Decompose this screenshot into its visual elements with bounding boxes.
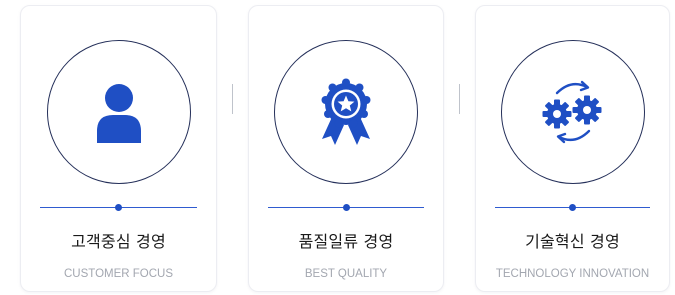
divider-dot <box>115 204 122 211</box>
card-title: 품질일류 경영 <box>298 232 394 251</box>
divider-dot <box>342 204 350 211</box>
values-section: 고객중심 경영 CUSTOMER FOCUS 품질일류 경영 BEST QUAL… <box>0 0 675 295</box>
gears-cycle-icon <box>542 80 601 144</box>
person-icon <box>96 84 141 143</box>
card-subtitle: BEST QUALITY <box>304 268 388 280</box>
card-separator <box>232 84 233 114</box>
card-subtitle: CUSTOMER FOCUS <box>63 268 174 280</box>
value-card-technology-innovation: 기술혁신 경영 TECHNOLOGY INNOVATION <box>475 5 670 292</box>
icon-circle <box>46 40 191 184</box>
card-title: 고객중심 경영 <box>71 232 166 251</box>
icon-circle <box>274 40 418 184</box>
icon-circle <box>500 40 645 184</box>
award-ribbon-icon <box>321 78 371 145</box>
value-card-customer-focus: 고객중심 경영 CUSTOMER FOCUS <box>20 5 217 292</box>
card-title: 기술혁신 경영 <box>525 232 620 251</box>
card-subtitle: TECHNOLOGY INNOVATION <box>495 268 650 280</box>
card-separator <box>459 84 460 114</box>
divider-dot <box>569 204 576 211</box>
value-card-best-quality: 품질일류 경영 BEST QUALITY <box>248 5 444 292</box>
